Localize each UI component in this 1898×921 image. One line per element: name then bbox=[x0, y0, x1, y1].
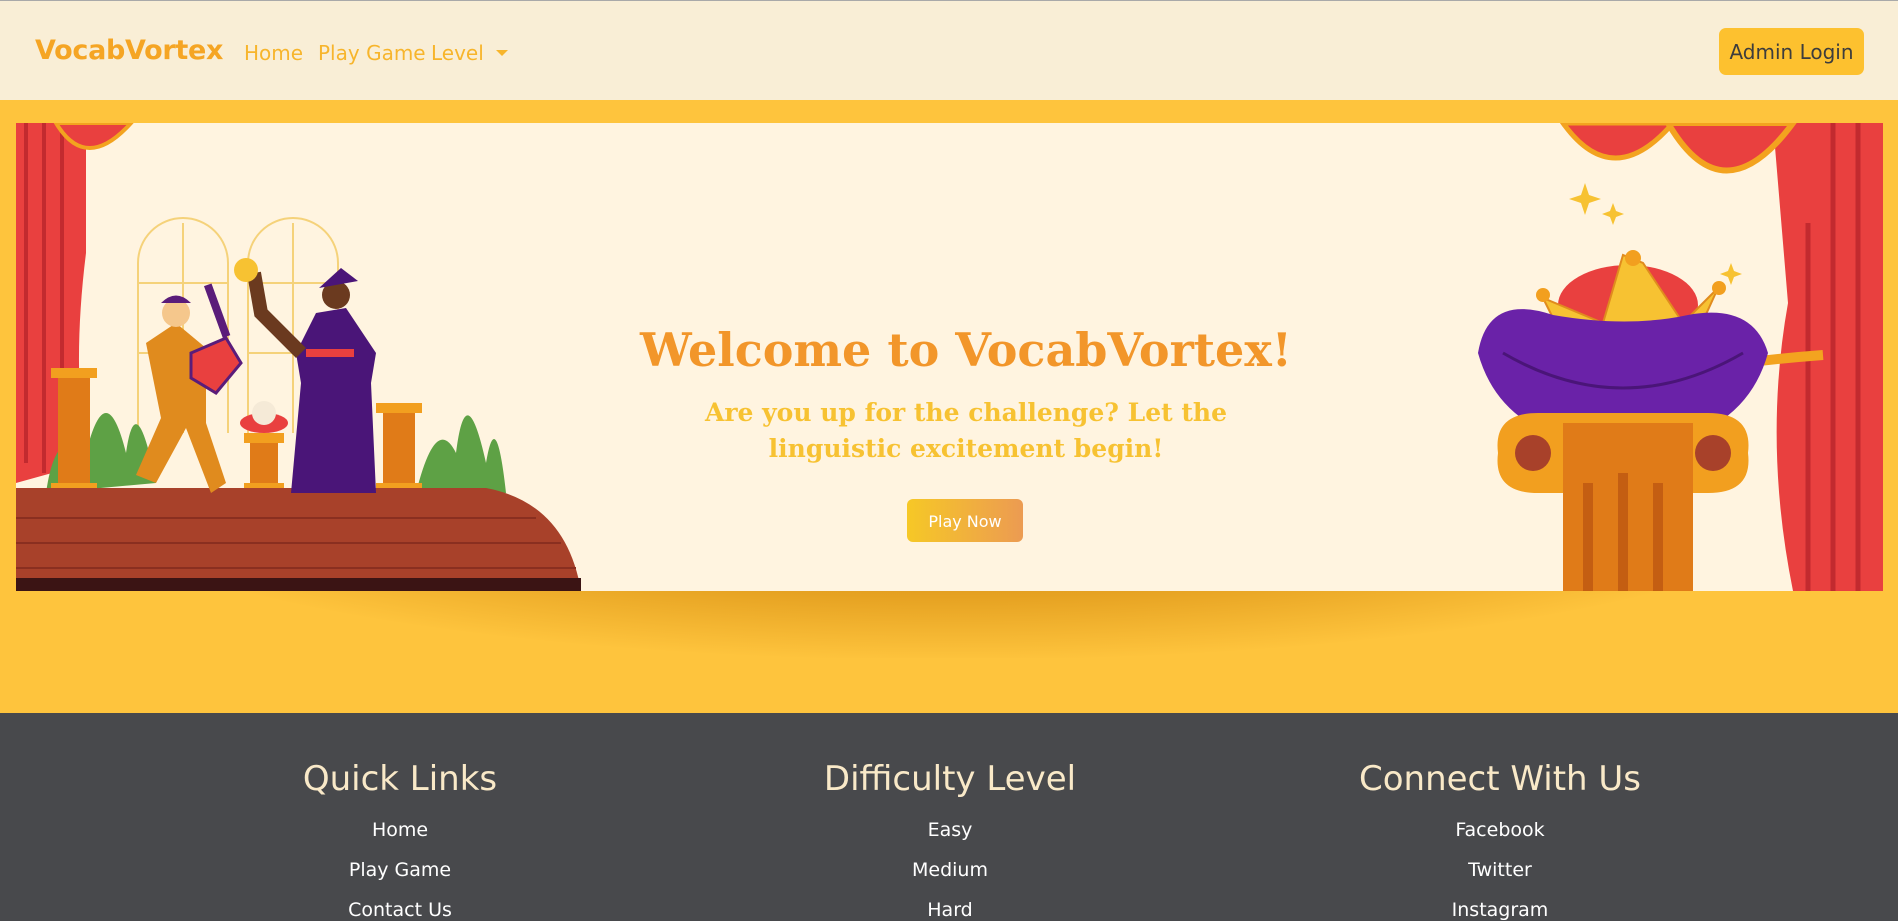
hero-title: Welcome to VocabVortex! bbox=[640, 323, 1292, 377]
footer-link-twitter[interactable]: Twitter bbox=[1290, 859, 1710, 881]
footer-link-facebook[interactable]: Facebook bbox=[1290, 819, 1710, 841]
footer-link-medium[interactable]: Medium bbox=[740, 859, 1160, 881]
footer-heading-difficulty: Difficulty Level bbox=[823, 759, 1077, 799]
footer-link-play-game[interactable]: Play Game bbox=[190, 859, 610, 881]
nav-play-game[interactable]: Play Game bbox=[318, 41, 426, 65]
admin-login-button[interactable]: Admin Login bbox=[1719, 28, 1864, 75]
footer: Quick Links Home Play Game Contact Us Di… bbox=[0, 713, 1898, 921]
footer-link-home[interactable]: Home bbox=[190, 819, 610, 841]
navbar: VocabVortex Home Play Game Level Admin L… bbox=[0, 1, 1898, 100]
footer-link-easy[interactable]: Easy bbox=[740, 819, 1160, 841]
footer-link-hard[interactable]: Hard bbox=[740, 899, 1160, 921]
footer-heading-connect: Connect With Us bbox=[1359, 759, 1641, 799]
nav-level-label: Level bbox=[431, 41, 484, 65]
theater-stage-illustration bbox=[16, 123, 581, 591]
hero-banner: Welcome to VocabVortex! Are you up for t… bbox=[16, 123, 1883, 591]
nav-level-dropdown[interactable]: Level bbox=[431, 41, 508, 65]
footer-link-contact-us[interactable]: Contact Us bbox=[190, 899, 610, 921]
footer-heading-quick-links: Quick Links bbox=[302, 759, 498, 799]
brand-logo[interactable]: VocabVortex bbox=[35, 35, 223, 66]
hero-subtitle: Are you up for the challenge? Let the li… bbox=[704, 398, 1228, 463]
chevron-down-icon bbox=[495, 50, 508, 56]
crown-pedestal-illustration bbox=[1478, 123, 1883, 591]
play-now-button[interactable]: Play Now bbox=[907, 499, 1023, 542]
nav-home[interactable]: Home bbox=[244, 41, 303, 65]
footer-link-instagram[interactable]: Instagram bbox=[1290, 899, 1710, 921]
